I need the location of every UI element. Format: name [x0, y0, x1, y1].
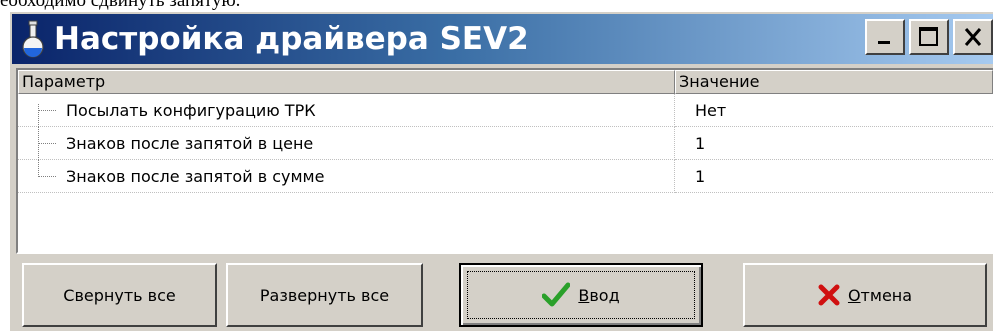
- title-bar[interactable]: Настройка драйвера SEV2: [12, 14, 993, 64]
- checkmark-icon: [542, 282, 571, 308]
- cancel-label: Отмена: [847, 285, 913, 305]
- tree-line: [38, 160, 39, 177]
- maximize-icon: [919, 27, 938, 46]
- flask-icon: [20, 19, 46, 59]
- window-title: Настройка драйвера SEV2: [54, 21, 529, 57]
- param-name: Знаков после запятой в сумме: [66, 167, 325, 186]
- minimize-button[interactable]: [865, 19, 905, 55]
- maximize-button[interactable]: [909, 19, 949, 55]
- cross-icon: [818, 284, 840, 306]
- table-row[interactable]: Посылать конфигурацию ТРК Нет: [18, 94, 993, 127]
- tree-line: [38, 110, 56, 111]
- grid-header: Параметр Значение: [18, 70, 993, 94]
- cancel-button[interactable]: Отмена: [743, 263, 987, 327]
- param-value[interactable]: Нет: [675, 94, 993, 127]
- param-name: Посылать конфигурацию ТРК: [66, 101, 316, 120]
- ok-button[interactable]: Ввод: [459, 263, 703, 327]
- tree-line: [38, 176, 56, 177]
- table-row[interactable]: Знаков после запятой в сумме 1: [18, 160, 993, 193]
- collapse-all-button[interactable]: Свернуть все: [22, 263, 217, 327]
- minimize-icon: [878, 41, 890, 44]
- table-row[interactable]: Знаков после запятой в цене 1: [18, 127, 993, 160]
- expand-all-label: Развернуть все: [259, 285, 390, 305]
- param-value[interactable]: 1: [675, 160, 993, 193]
- tree-line: [38, 143, 56, 144]
- close-button[interactable]: [953, 19, 993, 55]
- close-icon: [964, 28, 982, 46]
- driver-settings-dialog: Настройка драйвера SEV2 Параметр Значени…: [8, 10, 993, 331]
- column-header-param[interactable]: Параметр: [18, 70, 675, 94]
- ok-label: Ввод: [578, 285, 620, 305]
- tree-line: [38, 104, 39, 127]
- column-header-value[interactable]: Значение: [675, 70, 993, 94]
- param-name: Знаков после запятой в цене: [66, 134, 314, 153]
- param-value[interactable]: 1: [675, 127, 993, 160]
- settings-grid[interactable]: Параметр Значение Посылать конфигурацию …: [16, 68, 993, 254]
- background-text: еобходимо сдвинуть запятую.: [0, 0, 241, 11]
- window-controls: [865, 19, 993, 55]
- expand-all-button[interactable]: Развернуть все: [226, 263, 423, 327]
- collapse-all-label: Свернуть все: [63, 285, 176, 305]
